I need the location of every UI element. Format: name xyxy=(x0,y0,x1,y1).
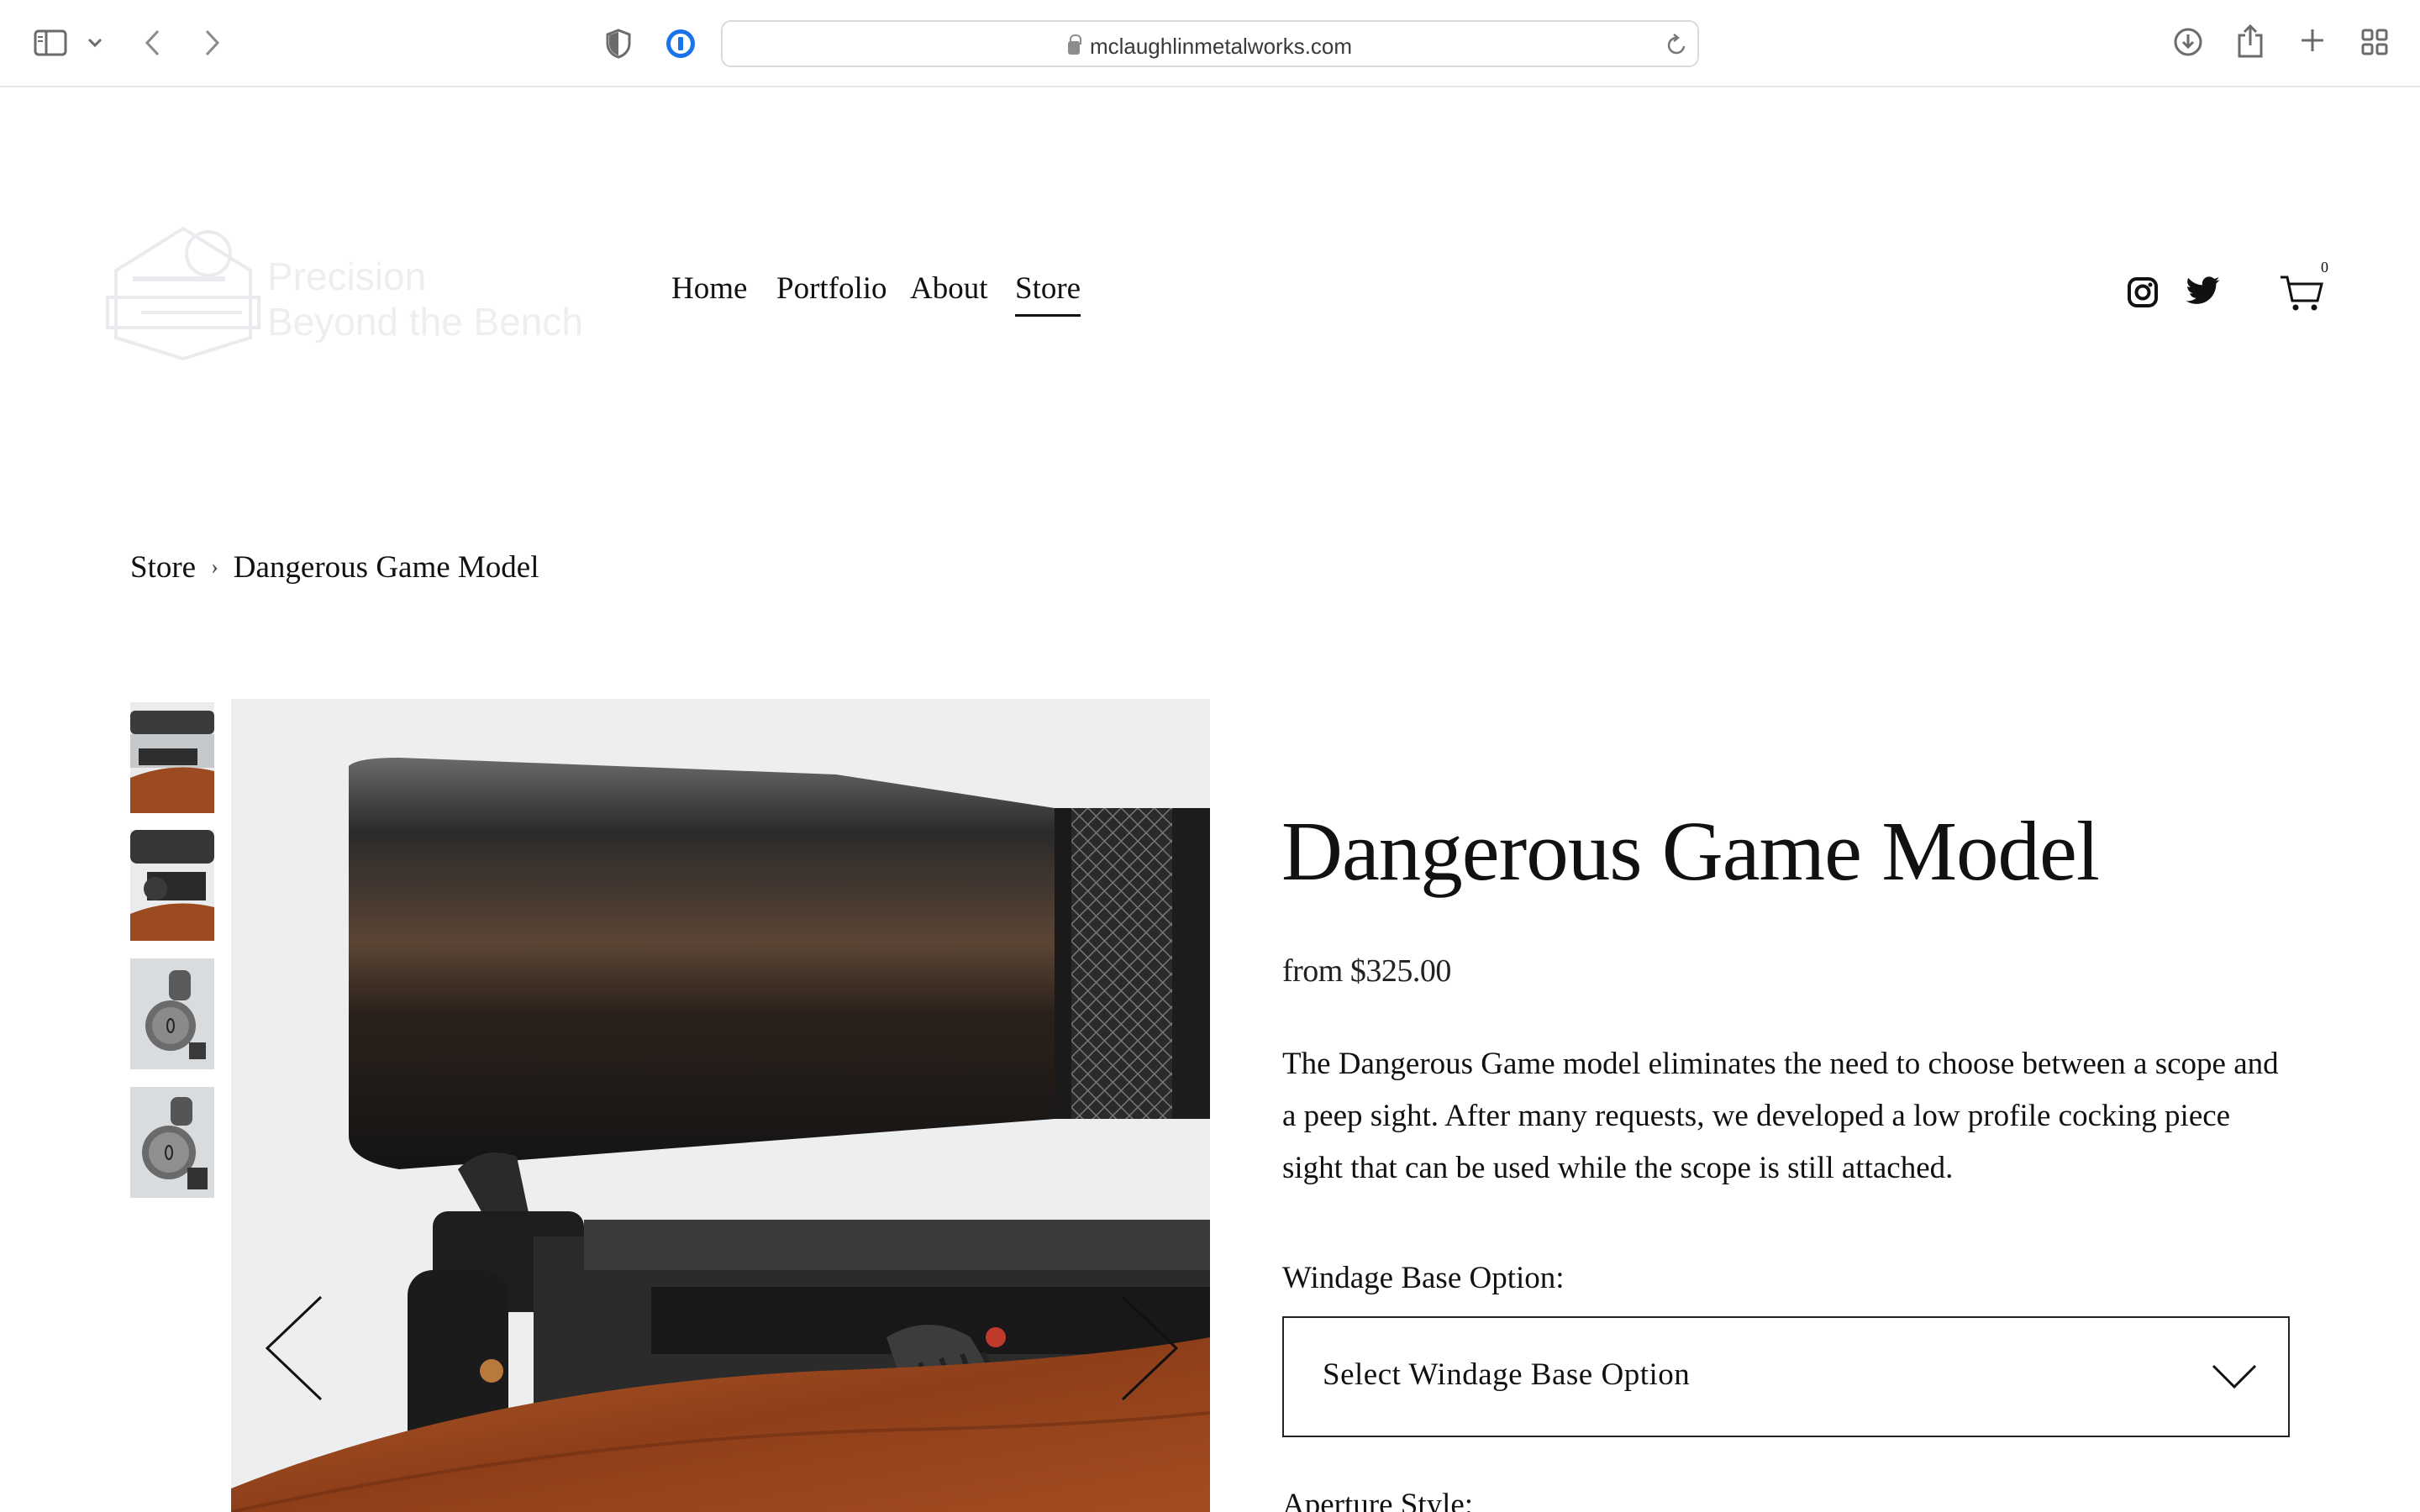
product-description: The Dangerous Game model eliminates the … xyxy=(1282,1047,2279,1185)
browser-toolbar: mclaughlinmetalworks.com xyxy=(0,0,2420,87)
address-bar[interactable]: mclaughlinmetalworks.com xyxy=(721,20,1699,67)
cart-count-badge: 0 xyxy=(2321,259,2328,276)
product-thumbnail-2[interactable] xyxy=(130,830,214,941)
url-text: mclaughlinmetalworks.com xyxy=(723,34,1697,60)
logo-tagline: Precision Beyond the Bench xyxy=(267,254,583,344)
site-logo[interactable]: Precision Beyond the Bench xyxy=(99,220,603,363)
download-icon[interactable] xyxy=(2171,25,2205,59)
breadcrumb-current: Dangerous Game Model xyxy=(233,550,539,585)
gallery-prev-arrow-icon[interactable] xyxy=(260,1294,328,1403)
logo-line-2: Beyond the Bench xyxy=(267,300,583,344)
gallery-next-arrow-icon[interactable] xyxy=(1116,1294,1183,1403)
url-value: mclaughlinmetalworks.com xyxy=(1089,34,1353,59)
reload-icon[interactable] xyxy=(1664,32,1689,57)
aperture-style-label: Aperture Style: xyxy=(1282,1488,1474,1512)
windage-option-label: Windage Base Option: xyxy=(1282,1261,1565,1295)
logo-emblem-icon xyxy=(106,226,260,361)
forward-icon[interactable] xyxy=(200,27,225,59)
product-thumbnail-3[interactable] xyxy=(130,958,214,1069)
lock-icon xyxy=(1067,34,1081,55)
product-title: Dangerous Game Model xyxy=(1281,804,2100,898)
chevron-down-icon xyxy=(2212,1364,2257,1389)
nav-home[interactable]: Home xyxy=(671,270,747,307)
password-manager-icon[interactable] xyxy=(664,27,697,60)
product-price: from $325.00 xyxy=(1282,953,1451,989)
nav-about[interactable]: About xyxy=(910,270,988,307)
cart-icon[interactable] xyxy=(2279,274,2324,312)
twitter-icon[interactable] xyxy=(2186,276,2220,309)
sidebar-icon[interactable] xyxy=(34,29,67,57)
tab-overview-icon[interactable] xyxy=(2360,27,2390,57)
product-main-image[interactable] xyxy=(231,699,1210,1512)
privacy-shield-icon[interactable] xyxy=(603,27,634,60)
product-thumbnail-1[interactable] xyxy=(130,702,214,813)
select-placeholder: Select Windage Base Option xyxy=(1323,1357,1691,1392)
back-icon[interactable] xyxy=(139,27,165,59)
share-icon[interactable] xyxy=(2233,22,2267,60)
product-thumbnail-4[interactable] xyxy=(130,1087,214,1198)
chevron-down-icon[interactable] xyxy=(86,34,104,52)
windage-base-select[interactable]: Select Windage Base Option xyxy=(1282,1316,2290,1437)
breadcrumb-separator: › xyxy=(211,554,218,579)
nav-portfolio[interactable]: Portfolio xyxy=(776,270,887,307)
new-tab-icon[interactable] xyxy=(2297,25,2328,55)
instagram-icon[interactable] xyxy=(2126,276,2160,309)
breadcrumb-store-link[interactable]: Store xyxy=(130,550,196,585)
breadcrumb: Store › Dangerous Game Model xyxy=(130,549,539,585)
logo-line-1: Precision xyxy=(267,255,427,298)
nav-store[interactable]: Store xyxy=(1015,270,1081,317)
